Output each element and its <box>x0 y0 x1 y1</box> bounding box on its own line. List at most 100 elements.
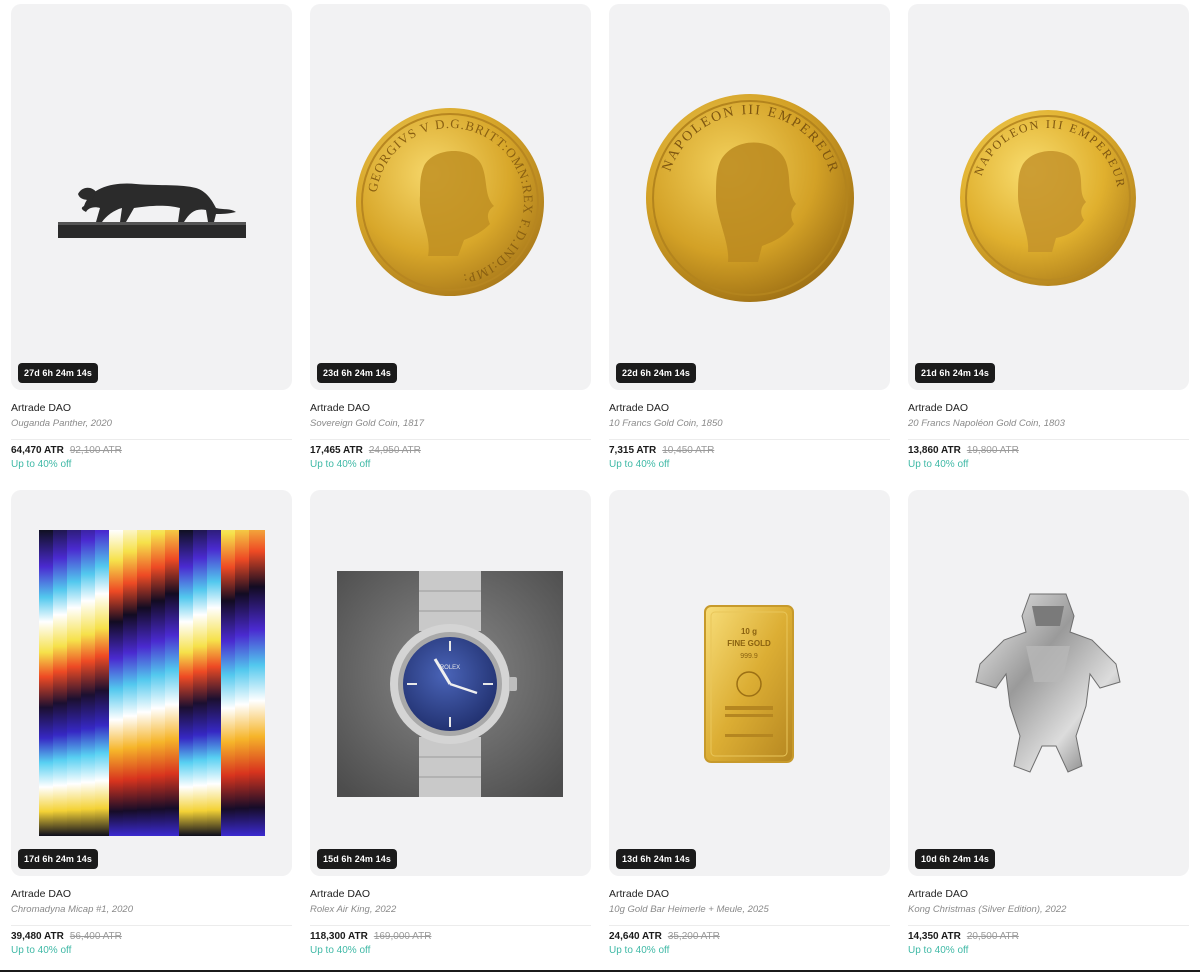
discount-label: Up to 40% off <box>11 945 72 956</box>
discount-label: Up to 40% off <box>609 945 670 956</box>
product-card[interactable]: 10d 6h 24m 14s Artrade DAO Kong Christma… <box>908 490 1189 976</box>
product-title[interactable]: 20 Francs Napoléon Gold Coin, 1803 <box>908 418 1189 429</box>
divider <box>11 439 292 440</box>
divider <box>609 925 890 926</box>
current-price: 13,860 ATR <box>908 445 961 456</box>
product-card[interactable]: 27d 6h 24m 14s Artrade DAO Ouganda Panth… <box>11 4 292 490</box>
product-info: Artrade DAO Chromadyna Micap #1, 2020 39… <box>11 876 292 956</box>
discount-label: Up to 40% off <box>11 459 72 470</box>
silver-kong-sculpture-image <box>975 593 1121 773</box>
countdown-timer: 23d 6h 24m 14s <box>317 363 397 383</box>
product-image-area[interactable]: 10 g FINE GOLD 999.9 13d 6h 24m 14s <box>609 490 890 876</box>
product-card[interactable]: NAPOLEON III EMPEREUR 22d 6h 24m 14s Art… <box>609 4 890 490</box>
creator-name[interactable]: Artrade DAO <box>310 888 591 900</box>
price-row: 39,480 ATR 56,400 ATR <box>11 931 292 942</box>
countdown-timer: 27d 6h 24m 14s <box>18 363 98 383</box>
countdown-timer: 17d 6h 24m 14s <box>18 849 98 869</box>
discount-label: Up to 40% off <box>908 459 969 470</box>
gold-bar-image: 10 g FINE GOLD 999.9 <box>704 605 794 763</box>
product-title[interactable]: 10 Francs Gold Coin, 1850 <box>609 418 890 429</box>
creator-name[interactable]: Artrade DAO <box>908 402 1189 414</box>
product-title[interactable]: Rolex Air King, 2022 <box>310 904 591 915</box>
product-card[interactable]: GEORGIVS V D.G.BRITT:OMN:REX F.D.IND:IMP… <box>310 4 591 490</box>
price-row: 118,300 ATR 169,000 ATR <box>310 931 591 942</box>
original-price: 10,450 ATR <box>662 445 715 456</box>
product-info: Artrade DAO Kong Christmas (Silver Editi… <box>908 876 1189 956</box>
price-row: 64,470 ATR 92,100 ATR <box>11 445 292 456</box>
product-image-area[interactable]: GEORGIVS V D.G.BRITT:OMN:REX F.D.IND:IMP… <box>310 4 591 390</box>
current-price: 7,315 ATR <box>609 445 657 456</box>
product-card[interactable]: 10 g FINE GOLD 999.9 13d 6h 24m 14s Artr… <box>609 490 890 976</box>
product-info: Artrade DAO 10g Gold Bar Heimerle + Meul… <box>609 876 890 956</box>
price-row: 14,350 ATR 20,500 ATR <box>908 931 1189 942</box>
bar-purity-label: FINE GOLD <box>727 639 771 648</box>
current-price: 118,300 ATR <box>310 931 368 942</box>
original-price: 24,950 ATR <box>368 445 421 456</box>
product-title[interactable]: Kong Christmas (Silver Edition), 2022 <box>908 904 1189 915</box>
product-image-area[interactable]: ROLEX 15d 6h 24m 14s <box>310 490 591 876</box>
creator-name[interactable]: Artrade DAO <box>609 402 890 414</box>
product-title[interactable]: 10g Gold Bar Heimerle + Meule, 2025 <box>609 904 890 915</box>
sovereign-gold-coin-image: GEORGIVS V D.G.BRITT:OMN:REX F.D.IND:IMP… <box>356 108 544 296</box>
divider <box>310 439 591 440</box>
creator-name[interactable]: Artrade DAO <box>310 402 591 414</box>
creator-name[interactable]: Artrade DAO <box>908 888 1189 900</box>
countdown-timer: 15d 6h 24m 14s <box>317 849 397 869</box>
product-info: Artrade DAO Ouganda Panther, 2020 64,470… <box>11 390 292 470</box>
original-price: 56,400 ATR <box>69 931 122 942</box>
discount-label: Up to 40% off <box>310 945 371 956</box>
product-image-area[interactable]: 27d 6h 24m 14s <box>11 4 292 390</box>
current-price: 14,350 ATR <box>908 931 961 942</box>
product-info: Artrade DAO 20 Francs Napoléon Gold Coin… <box>908 390 1189 470</box>
rolex-watch-image: ROLEX <box>337 571 563 797</box>
product-card[interactable]: 17d 6h 24m 14s Artrade DAO Chromadyna Mi… <box>11 490 292 976</box>
countdown-timer: 10d 6h 24m 14s <box>915 849 995 869</box>
original-price: 19,800 ATR <box>966 445 1019 456</box>
product-info: Artrade DAO Rolex Air King, 2022 118,300… <box>310 876 591 956</box>
product-info: Artrade DAO Sovereign Gold Coin, 1817 17… <box>310 390 591 470</box>
countdown-timer: 22d 6h 24m 14s <box>616 363 696 383</box>
divider <box>908 439 1189 440</box>
original-price: 35,200 ATR <box>667 931 720 942</box>
current-price: 17,465 ATR <box>310 445 363 456</box>
original-price: 92,100 ATR <box>69 445 122 456</box>
product-image-area[interactable]: 17d 6h 24m 14s <box>11 490 292 876</box>
creator-name[interactable]: Artrade DAO <box>11 888 292 900</box>
panther-sculpture-image <box>58 183 246 238</box>
discount-label: Up to 40% off <box>609 459 670 470</box>
product-grid: 27d 6h 24m 14s Artrade DAO Ouganda Panth… <box>11 4 1189 976</box>
bar-weight-text: 10 g <box>741 627 757 636</box>
product-image-area[interactable]: 10d 6h 24m 14s <box>908 490 1189 876</box>
divider <box>11 925 292 926</box>
product-image-area[interactable]: NAPOLEON III EMPEREUR 21d 6h 24m 14s <box>908 4 1189 390</box>
product-title[interactable]: Sovereign Gold Coin, 1817 <box>310 418 591 429</box>
discount-label: Up to 40% off <box>908 945 969 956</box>
divider <box>609 439 890 440</box>
divider <box>310 925 591 926</box>
francs-gold-coin-image: NAPOLEON III EMPEREUR <box>646 94 854 302</box>
original-price: 169,000 ATR <box>373 931 432 942</box>
napoleon-gold-coin-image: NAPOLEON III EMPEREUR <box>960 110 1136 286</box>
original-price: 20,500 ATR <box>966 931 1019 942</box>
countdown-timer: 13d 6h 24m 14s <box>616 849 696 869</box>
product-image-area[interactable]: NAPOLEON III EMPEREUR 22d 6h 24m 14s <box>609 4 890 390</box>
price-row: 7,315 ATR 10,450 ATR <box>609 445 890 456</box>
watch-brand-text: ROLEX <box>440 665 460 671</box>
product-title[interactable]: Ouganda Panther, 2020 <box>11 418 292 429</box>
creator-name[interactable]: Artrade DAO <box>11 402 292 414</box>
product-title[interactable]: Chromadyna Micap #1, 2020 <box>11 904 292 915</box>
countdown-timer: 21d 6h 24m 14s <box>915 363 995 383</box>
current-price: 39,480 ATR <box>11 931 64 942</box>
product-info: Artrade DAO 10 Francs Gold Coin, 1850 7,… <box>609 390 890 470</box>
current-price: 24,640 ATR <box>609 931 662 942</box>
price-row: 17,465 ATR 24,950 ATR <box>310 445 591 456</box>
product-card[interactable]: ROLEX 15d 6h 24m 14s Artrade DAO Rolex A… <box>310 490 591 976</box>
chromadyna-artwork-image <box>39 530 265 836</box>
bar-fineness-text: 999.9 <box>740 653 758 660</box>
product-card[interactable]: NAPOLEON III EMPEREUR 21d 6h 24m 14s Art… <box>908 4 1189 490</box>
discount-label: Up to 40% off <box>310 459 371 470</box>
creator-name[interactable]: Artrade DAO <box>609 888 890 900</box>
divider <box>908 925 1189 926</box>
current-price: 64,470 ATR <box>11 445 64 456</box>
price-row: 24,640 ATR 35,200 ATR <box>609 931 890 942</box>
